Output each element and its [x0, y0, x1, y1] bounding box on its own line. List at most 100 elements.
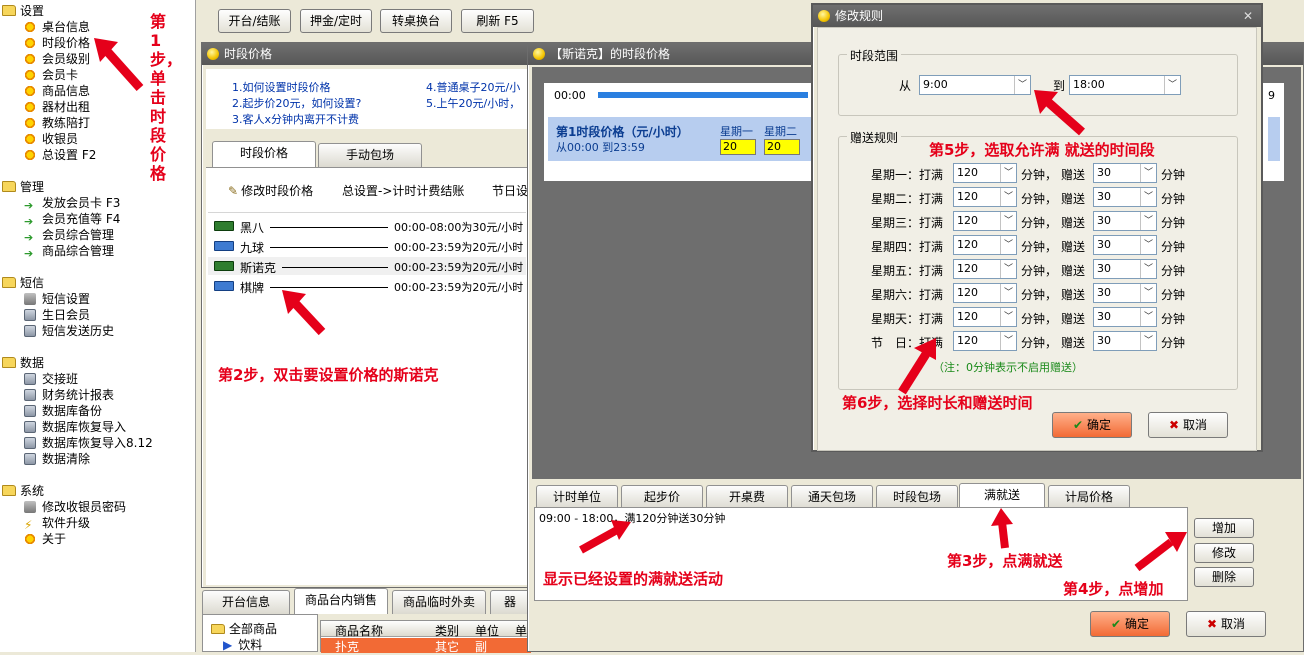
tip-link-2[interactable]: 2.起步价20元，如何设置?	[232, 95, 361, 111]
play-duration-select[interactable]: 120 ﹀	[953, 307, 1017, 327]
sidebar-item-db-restore-812[interactable]: 数据库恢复导入8.12	[24, 435, 153, 451]
list-item[interactable]: 九球 00:00-23:59为20元/小时	[208, 237, 526, 255]
refresh-button[interactable]: 刷新 F5	[461, 9, 534, 33]
deposit-timing-button[interactable]: 押金/定时	[300, 9, 372, 33]
sidebar-item-data-clear[interactable]: 数据清除	[24, 451, 90, 467]
gift-duration-select[interactable]: 30 ﹀	[1093, 163, 1157, 183]
open-checkout-button[interactable]: 开台/结账	[218, 9, 291, 33]
chevron-down-icon: ﹀	[1000, 332, 1016, 350]
sidebar-item-birthday[interactable]: 生日会员	[24, 307, 90, 323]
sidebar-item-member-level[interactable]: 会员级别	[24, 51, 90, 67]
sidebar-item-issue-card[interactable]: ➔ 发放会员卡 F3	[24, 195, 120, 212]
tab-equipment[interactable]: 器	[490, 590, 530, 614]
list-item[interactable]: 黑八 00:00-08:00为30元/小时	[208, 217, 526, 235]
col-price[interactable]: 单	[515, 622, 527, 639]
gift-duration-select[interactable]: 30 ﹀	[1093, 283, 1157, 303]
play-duration-select[interactable]: 120 ﹀	[953, 331, 1017, 351]
tue-price-input[interactable]: 20	[764, 139, 800, 155]
tab-all-day-package[interactable]: 通天包场	[791, 485, 873, 509]
sidebar-item-member-card[interactable]: 会员卡	[24, 67, 78, 83]
step5-arrow-icon	[1034, 90, 1085, 136]
dialog-cancel-button[interactable]: ✖ 取消	[1148, 412, 1228, 438]
table-row[interactable]: 扑克 其它 副	[321, 638, 531, 654]
tab-reward[interactable]: 满就送	[959, 483, 1045, 509]
holiday-settings-link[interactable]: 节日设	[492, 182, 528, 199]
sidebar-item-coach[interactable]: 教练陪打	[24, 115, 90, 131]
tip-link-1[interactable]: 1.如何设置时段价格	[232, 79, 331, 95]
tip-link-4[interactable]: 4.普通桌子20元/小	[426, 79, 520, 95]
tab-game-price[interactable]: 计局价格	[1048, 485, 1130, 509]
cancel-button[interactable]: ✖ 取消	[1186, 611, 1266, 637]
sidebar-group-data[interactable]: 数据	[2, 355, 44, 371]
general-settings-link[interactable]: 总设置->计时计费结账	[342, 182, 464, 199]
sidebar-group-sms[interactable]: 短信	[2, 275, 44, 291]
col-category[interactable]: 类别	[435, 622, 459, 639]
sidebar-item-member-manage[interactable]: ➔ 会员综合管理	[24, 227, 114, 244]
tip-link-5[interactable]: 5.上午20元/小时，	[426, 95, 520, 111]
gift-duration-select[interactable]: 30 ﹀	[1093, 235, 1157, 255]
time-price-window-title: 时段价格	[202, 43, 530, 65]
sidebar-item-change-password[interactable]: 修改收银员密码	[24, 499, 126, 515]
col-name[interactable]: 商品名称	[335, 622, 383, 639]
tab-manual-package[interactable]: 手动包场	[318, 143, 422, 167]
sidebar-item-shift[interactable]: 交接班	[24, 371, 78, 387]
tab-period-package[interactable]: 时段包场	[876, 485, 958, 509]
gift-duration-select[interactable]: 30 ﹀	[1093, 187, 1157, 207]
sidebar-item-db-backup[interactable]: 数据库备份	[24, 403, 102, 419]
sidebar-item-equipment-rental[interactable]: 器材出租	[24, 99, 90, 115]
play-duration-select[interactable]: 120 ﹀	[953, 235, 1017, 255]
tree-root[interactable]: 全部商品	[211, 620, 277, 637]
sidebar-item-about[interactable]: 关于	[24, 531, 66, 547]
add-button[interactable]: 增加	[1194, 518, 1254, 538]
list-item[interactable]: 斯诺克 00:00-23:59为20元/小时	[208, 257, 526, 275]
sidebar-item-db-restore[interactable]: 数据库恢复导入	[24, 419, 126, 435]
sidebar-item-sms-history[interactable]: 短信发送历史	[24, 323, 114, 339]
play-duration-select[interactable]: 120 ﹀	[953, 259, 1017, 279]
play-duration-select[interactable]: 120 ﹀	[953, 163, 1017, 183]
delete-button[interactable]: 删除	[1194, 567, 1254, 587]
gift-duration-select[interactable]: 30 ﹀	[1093, 259, 1157, 279]
sidebar-group-system[interactable]: 系统	[2, 483, 44, 499]
mon-price-input[interactable]: 20	[720, 139, 756, 155]
edit-rule-dialog-title: 修改规则 ✕	[813, 5, 1261, 27]
sidebar-item-time-price[interactable]: 时段价格	[24, 35, 90, 51]
edit-time-price-button[interactable]: ✎ 修改时段价格	[228, 182, 313, 199]
sidebar-item-sms-settings[interactable]: 短信设置	[24, 291, 90, 307]
list-item[interactable]: 棋牌 00:00-23:59为20元/小时	[208, 277, 526, 295]
play-duration-select[interactable]: 120 ﹀	[953, 187, 1017, 207]
gift-duration-select[interactable]: 30 ﹀	[1093, 211, 1157, 231]
sidebar-item-general-settings[interactable]: 总设置 F2	[24, 147, 96, 163]
sidebar-item-goods-info[interactable]: 商品信息	[24, 83, 90, 99]
sidebar-item-goods-manage[interactable]: ➔ 商品综合管理	[24, 243, 114, 260]
confirm-button[interactable]: ✔ 确定	[1090, 611, 1170, 637]
period-block[interactable]: 第1时段价格（元/小时） 从00:00 到23:59 星期一 星期二 20 20	[548, 117, 816, 161]
tab-time-unit[interactable]: 计时单位	[536, 485, 618, 509]
gift-duration-select[interactable]: 30 ﹀	[1093, 307, 1157, 327]
sidebar-group-settings[interactable]: 设置	[2, 3, 44, 19]
from-time-select[interactable]: 9:00 ﹀	[919, 75, 1031, 95]
play-duration-select[interactable]: 120 ﹀	[953, 211, 1017, 231]
tab-open-info[interactable]: 开台信息	[202, 590, 290, 614]
sidebar-item-recharge[interactable]: ➔ 会员充值等 F4	[24, 211, 120, 228]
tab-time-price[interactable]: 时段价格	[212, 141, 316, 167]
sidebar-group-manage[interactable]: 管理	[2, 179, 44, 195]
play-duration-select[interactable]: 120 ﹀	[953, 283, 1017, 303]
col-unit[interactable]: 单位	[475, 622, 499, 639]
edit-button[interactable]: 修改	[1194, 543, 1254, 563]
tip-link-3[interactable]: 3.客人x分钟内离开不计费	[232, 111, 359, 127]
switch-table-button[interactable]: 转桌换台	[380, 9, 452, 33]
sidebar-item-upgrade[interactable]: ⚡ 软件升级	[24, 515, 90, 531]
sidebar-item-finance-report[interactable]: 财务统计报表	[24, 387, 114, 403]
sidebar-item-table-info[interactable]: 桌台信息	[24, 19, 90, 35]
tab-in-table-sales[interactable]: 商品台内销售	[294, 588, 388, 614]
tab-start-price[interactable]: 起步价	[621, 485, 703, 509]
tab-takeout[interactable]: 商品临时外卖	[392, 590, 486, 614]
triangle-icon: ▶	[223, 638, 233, 652]
step1-arrow-icon	[94, 38, 144, 92]
tree-child[interactable]: ▶ 饮料	[223, 636, 262, 653]
close-icon[interactable]: ✕	[1243, 5, 1253, 27]
tab-open-fee[interactable]: 开桌费	[706, 485, 788, 509]
dialog-confirm-button[interactable]: ✔ 确定	[1052, 412, 1132, 438]
gift-duration-select[interactable]: 30 ﹀	[1093, 331, 1157, 351]
sidebar-item-cashier[interactable]: 收银员	[24, 131, 78, 147]
